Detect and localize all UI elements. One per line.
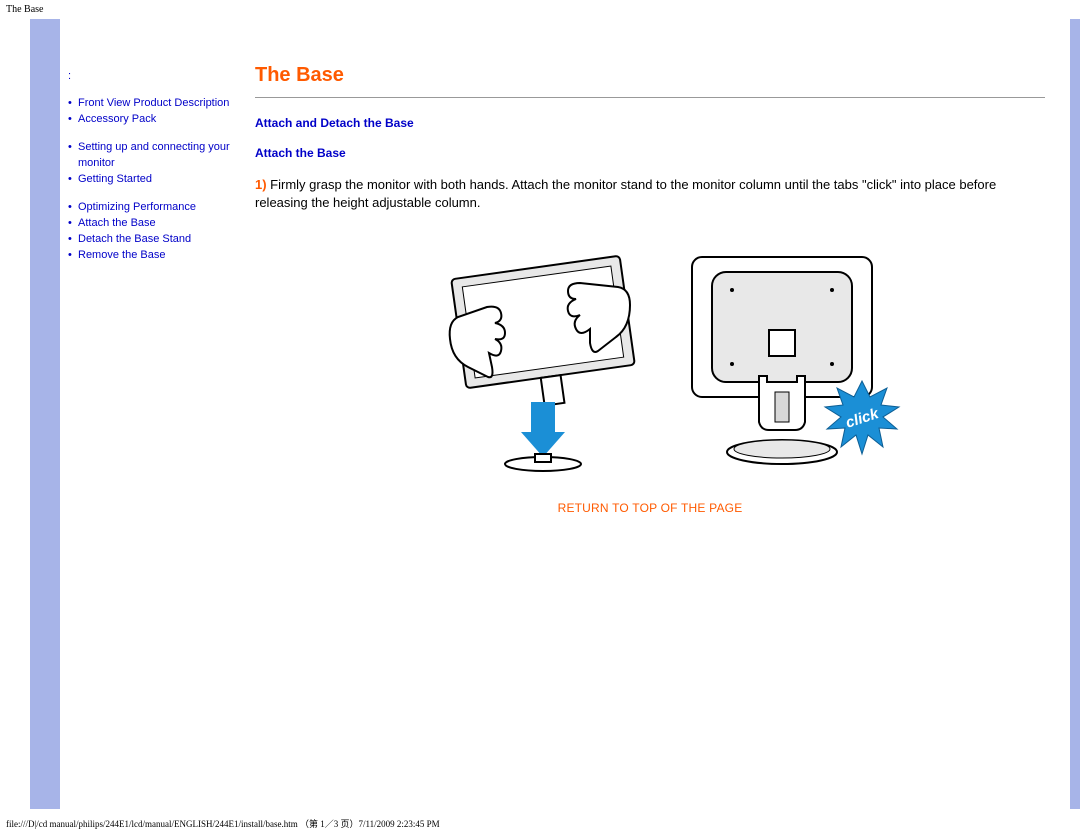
sidebar-item-detach-base-stand[interactable]: • Detach the Base Stand (68, 231, 234, 247)
bullet-icon: • (68, 231, 78, 247)
sidebar-item-accessory-pack[interactable]: • Accessory Pack (68, 111, 234, 127)
bullet-icon: • (68, 199, 78, 215)
left-accent-bar (30, 19, 60, 809)
sidebar-link-label[interactable]: Getting Started (78, 171, 152, 187)
base-stand-icon (505, 454, 581, 471)
sidebar-item-optimizing[interactable]: • Optimizing Performance (68, 199, 234, 215)
bullet-icon: • (68, 139, 78, 171)
figure-attach-step-2: click (677, 242, 887, 475)
sidebar-link-label[interactable]: Setting up and connecting your monitor (78, 139, 234, 171)
figure-area: click RETURN TO TOP OF THE PAGE (255, 232, 1045, 515)
sidebar-item-getting-started[interactable]: • Getting Started (68, 171, 234, 187)
step-number: 1) (255, 177, 267, 192)
sidebar-link-label[interactable]: Attach the Base (78, 215, 156, 231)
bullet-icon: • (68, 171, 78, 187)
document-header-label: The Base (0, 0, 1080, 19)
sidebar-group-3: • Optimizing Performance • Attach the Ba… (68, 199, 234, 263)
sidebar-group-2: • Setting up and connecting your monitor… (68, 139, 234, 187)
down-arrow-icon (521, 402, 565, 457)
return-to-top-link[interactable]: RETURN TO TOP OF THE PAGE (255, 501, 1045, 515)
sidebar-link-label[interactable]: Optimizing Performance (78, 199, 196, 215)
page-layout: : • Front View Product Description • Acc… (0, 19, 1080, 809)
sidebar-item-attach-base[interactable]: • Attach the Base (68, 215, 234, 231)
sidebar-link-label[interactable]: Remove the Base (78, 247, 165, 263)
footer-file-path: file:///D|/cd manual/philips/244E1/lcd/m… (0, 813, 1080, 834)
page-title: The Base (255, 64, 1045, 87)
sidebar-colon: : (68, 69, 234, 83)
monitor-hands-illustration (413, 232, 673, 472)
figure-attach-step-1 (413, 232, 673, 475)
step-1: 1) Firmly grasp the monitor with both ha… (255, 176, 1045, 212)
sidebar-link-label[interactable]: Front View Product Description (78, 95, 229, 111)
section-heading-attach-detach: Attach and Detach the Base (255, 116, 1045, 130)
sidebar-item-setting-up[interactable]: • Setting up and connecting your monitor (68, 139, 234, 171)
bullet-icon: • (68, 111, 78, 127)
click-starburst-icon: click (823, 379, 901, 457)
title-rule (255, 97, 1045, 98)
sidebar-group-1: • Front View Product Description • Acces… (68, 95, 234, 127)
bullet-icon: • (68, 215, 78, 231)
sidebar-item-front-view[interactable]: • Front View Product Description (68, 95, 234, 111)
bullet-icon: • (68, 247, 78, 263)
sidebar-link-label[interactable]: Accessory Pack (78, 111, 156, 127)
main-content: The Base Attach and Detach the Base Atta… (240, 19, 1070, 809)
sidebar-nav: : • Front View Product Description • Acc… (60, 19, 240, 809)
sidebar-item-remove-base[interactable]: • Remove the Base (68, 247, 234, 263)
section-heading-attach: Attach the Base (255, 146, 1045, 160)
step-text: Firmly grasp the monitor with both hands… (255, 177, 996, 210)
sidebar-link-label[interactable]: Detach the Base Stand (78, 231, 191, 247)
right-accent-bar (1070, 19, 1080, 809)
bullet-icon: • (68, 95, 78, 111)
